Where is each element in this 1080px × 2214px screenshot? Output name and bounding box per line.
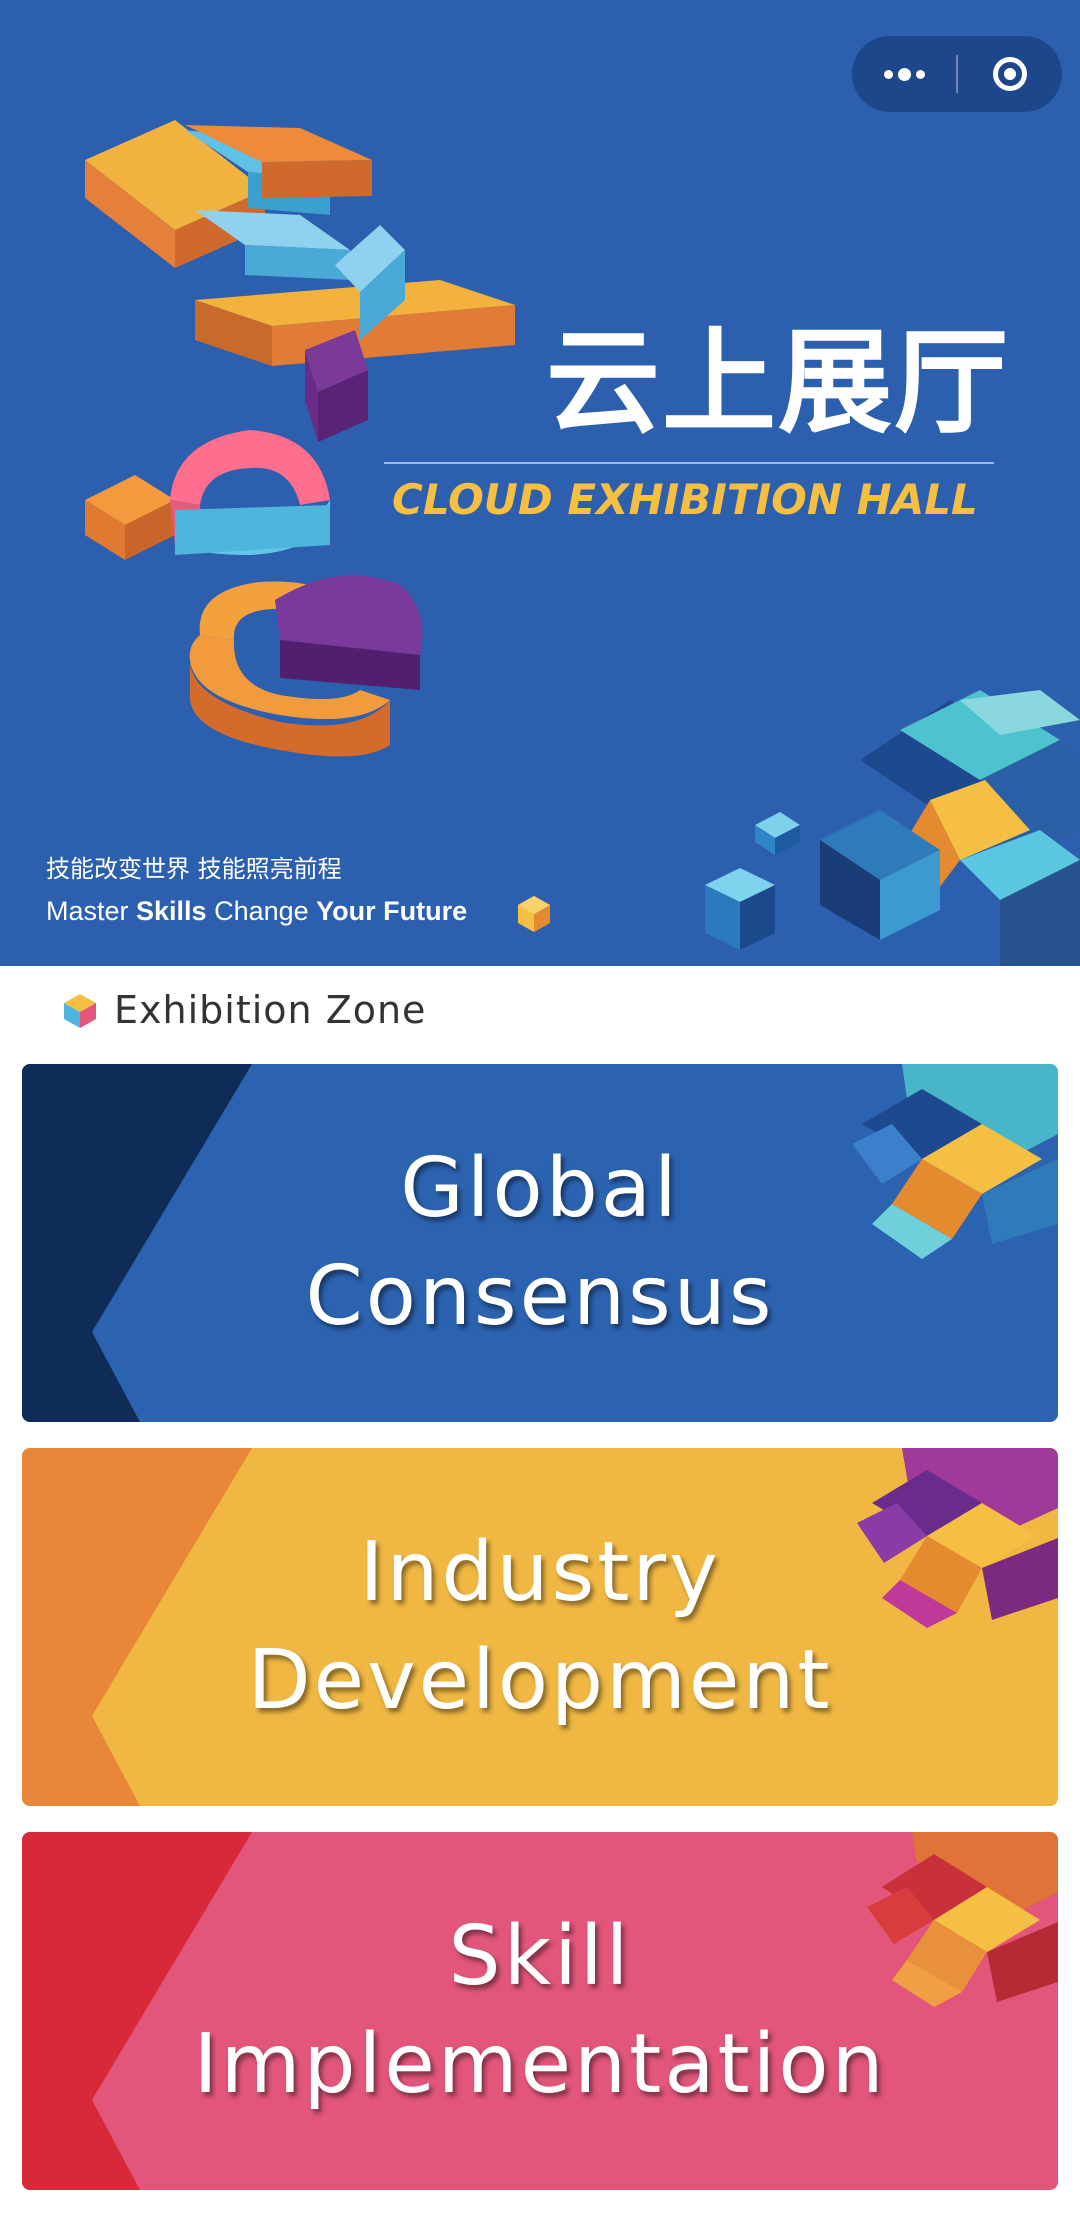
hexagon-logo-icon (518, 896, 550, 932)
zone-title: Global Consensus (22, 1064, 1058, 1422)
slogan-english: Master Skills Change Your Future (46, 893, 467, 929)
slogan-part: Master (46, 896, 137, 926)
slogan-part-bold: Your Future (316, 896, 468, 926)
hero-title-english: CLOUD EXHIBITION HALL (392, 475, 978, 524)
zone-title-line1: Skill (448, 1909, 632, 2004)
capsule-menu (852, 36, 1062, 112)
section-title: Exhibition Zone (114, 988, 427, 1032)
colored-cube-icon (64, 994, 96, 1028)
more-dots-icon[interactable] (852, 36, 956, 112)
zone-card-industry-development[interactable]: Industry Development (22, 1448, 1058, 1806)
section-header: Exhibition Zone (0, 966, 1080, 1058)
hero-banner: 云上展厅 CLOUD EXHIBITION HALL 技能改变世界 技能照亮前程… (0, 0, 1080, 966)
zone-title-line2: Development (247, 1633, 833, 1728)
expo-letter-o-graphic (189, 575, 423, 757)
zone-title: Industry Development (22, 1448, 1058, 1806)
mini-program-page: 云上展厅 CLOUD EXHIBITION HALL 技能改变世界 技能照亮前程… (0, 0, 1080, 2214)
zone-title-line1: Global (400, 1141, 680, 1236)
expo-letter-e-graphic (85, 120, 372, 280)
hero-divider (384, 462, 994, 464)
zone-title-line1: Industry (359, 1525, 721, 1620)
hero-title-chinese: 云上展厅 (545, 316, 1010, 449)
expo-letter-p-graphic (85, 430, 330, 560)
expo-letter-x-graphic (195, 225, 515, 442)
zone-title-line2: Implementation (193, 2017, 887, 2112)
zone-card-skill-implementation[interactable]: Skill Implementation (22, 1832, 1058, 2190)
target-circle-icon[interactable] (958, 36, 1062, 112)
zone-title: Skill Implementation (22, 1832, 1058, 2190)
slogan-part: Change (206, 896, 317, 926)
slogan-part-bold: Skills (136, 896, 207, 926)
cube-cluster-graphic (705, 690, 1080, 966)
zone-title-line2: Consensus (305, 1249, 775, 1344)
zone-card-global-consensus[interactable]: Global Consensus (22, 1064, 1058, 1422)
slogan-chinese: 技能改变世界 技能照亮前程 (46, 855, 342, 883)
